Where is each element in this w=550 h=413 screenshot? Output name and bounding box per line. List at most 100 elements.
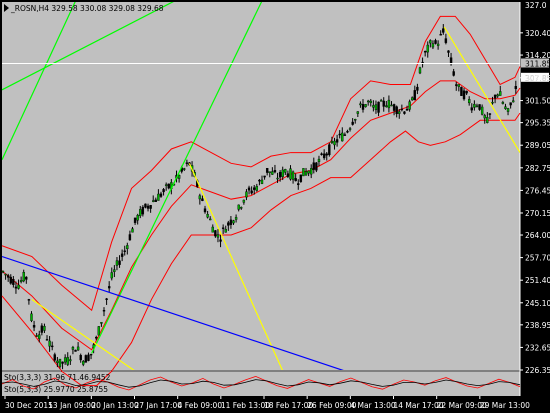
candle-body — [227, 222, 230, 226]
candle-body — [286, 173, 290, 177]
candle-body — [203, 208, 207, 213]
candle-body — [154, 199, 158, 202]
candle-body — [496, 94, 499, 97]
candle-body — [405, 108, 409, 111]
candle-body — [126, 245, 129, 250]
candle-body — [434, 40, 437, 44]
candle-body — [271, 171, 274, 175]
candle-body — [162, 189, 165, 193]
chart-canvas[interactable]: 311.85 307.85 Sto(3,3,3) 31.96 71.46.9452… — [0, 0, 550, 413]
candle-body — [338, 133, 341, 136]
candle-body — [74, 349, 77, 352]
price-axis: 320.40 314.20 307.85 301.50 295.35 289.05 282.… — [520, 1, 550, 375]
candle-body — [491, 101, 494, 104]
y-tick-label: 320.40 — [525, 29, 550, 38]
candle-body — [141, 206, 145, 215]
candle-body — [115, 260, 119, 266]
time-axis: 30 Dec 201513 Jan 09:0020 Jan 13:0027 Ja… — [4, 396, 530, 410]
candle-body — [315, 162, 318, 171]
candle-body — [457, 84, 461, 87]
candle-body — [40, 325, 44, 333]
candle-body — [177, 175, 181, 179]
candle-body — [242, 199, 246, 203]
candle-body — [333, 140, 336, 146]
candle-body — [63, 357, 67, 363]
candle-body — [387, 99, 391, 109]
candle-body — [107, 286, 111, 289]
candle-body — [294, 178, 297, 182]
candle-body — [444, 38, 448, 43]
candle-body — [263, 175, 266, 178]
candle-body — [465, 90, 468, 94]
candle-body — [159, 193, 163, 197]
y-tick-label: 226.35 — [525, 366, 550, 375]
candle-body — [79, 354, 82, 361]
y-tick-label-top: 327.0 — [525, 1, 547, 10]
candle-body — [219, 239, 222, 242]
candle-body — [6, 275, 10, 278]
candle-body — [120, 253, 124, 257]
candle-body — [436, 43, 440, 46]
candle-body — [51, 345, 54, 348]
candle-body — [361, 104, 365, 110]
y-tick-label: 301.50 — [525, 97, 550, 106]
candle-body — [276, 177, 279, 180]
y-tick-label: 307.85 — [525, 74, 550, 83]
x-tick-label: 4 Feb 09:00 — [178, 401, 223, 410]
candle-body — [255, 186, 259, 191]
candle-body — [359, 103, 362, 106]
candle-body — [506, 108, 510, 112]
candle-body — [473, 103, 476, 108]
candle-body — [253, 187, 256, 190]
y-tick-label: 276.45 — [525, 186, 550, 195]
candle-body — [291, 171, 295, 180]
candle-body — [61, 361, 64, 364]
candle-body — [512, 100, 515, 103]
candle-body — [351, 121, 354, 125]
y-tick-label: 264.00 — [525, 231, 550, 240]
candle-body — [258, 179, 261, 182]
candle-body — [71, 347, 75, 350]
candle-body — [48, 340, 51, 347]
candle-body — [30, 313, 33, 321]
candle-body — [462, 90, 466, 100]
candle-body — [310, 168, 313, 175]
candle-body — [105, 298, 108, 301]
y-tick-label: 314.20 — [525, 51, 550, 60]
candle-body — [139, 209, 142, 217]
x-tick-label: 13 Jan 09:00 — [48, 401, 96, 410]
candle-body — [237, 204, 240, 210]
candle-body — [431, 43, 435, 48]
y-tick-label: 282.75 — [525, 164, 550, 173]
candle-body — [201, 198, 204, 202]
candle-body — [302, 168, 305, 177]
candle-body — [144, 203, 147, 208]
candle-body — [423, 50, 427, 53]
candle-body — [470, 107, 473, 111]
candle-body — [14, 286, 18, 289]
candle-body — [89, 353, 93, 356]
candle-body — [110, 272, 113, 279]
candle-body — [102, 310, 106, 312]
y-tick-label: 295.35 — [525, 119, 550, 128]
candle-body — [66, 357, 69, 365]
candle-body — [307, 170, 310, 174]
candle-body — [447, 50, 450, 53]
candle-body — [382, 100, 385, 107]
candle-body — [234, 217, 238, 220]
candle-body — [416, 86, 419, 91]
x-tick-label: 29 Mar 13:00 — [480, 401, 530, 410]
candle-body — [25, 276, 28, 280]
candle-body — [385, 105, 388, 108]
candle-body — [128, 234, 132, 241]
candle-body — [398, 111, 401, 114]
candle-body — [152, 200, 155, 202]
x-tick-label: 26 Feb 09:00 — [307, 401, 356, 410]
candle-body — [364, 104, 367, 108]
candle-body — [390, 104, 393, 107]
candle-body — [341, 132, 344, 142]
candle-body — [284, 169, 287, 173]
candle-body — [45, 339, 49, 341]
candle-body — [325, 153, 328, 156]
candle-body — [377, 101, 380, 113]
